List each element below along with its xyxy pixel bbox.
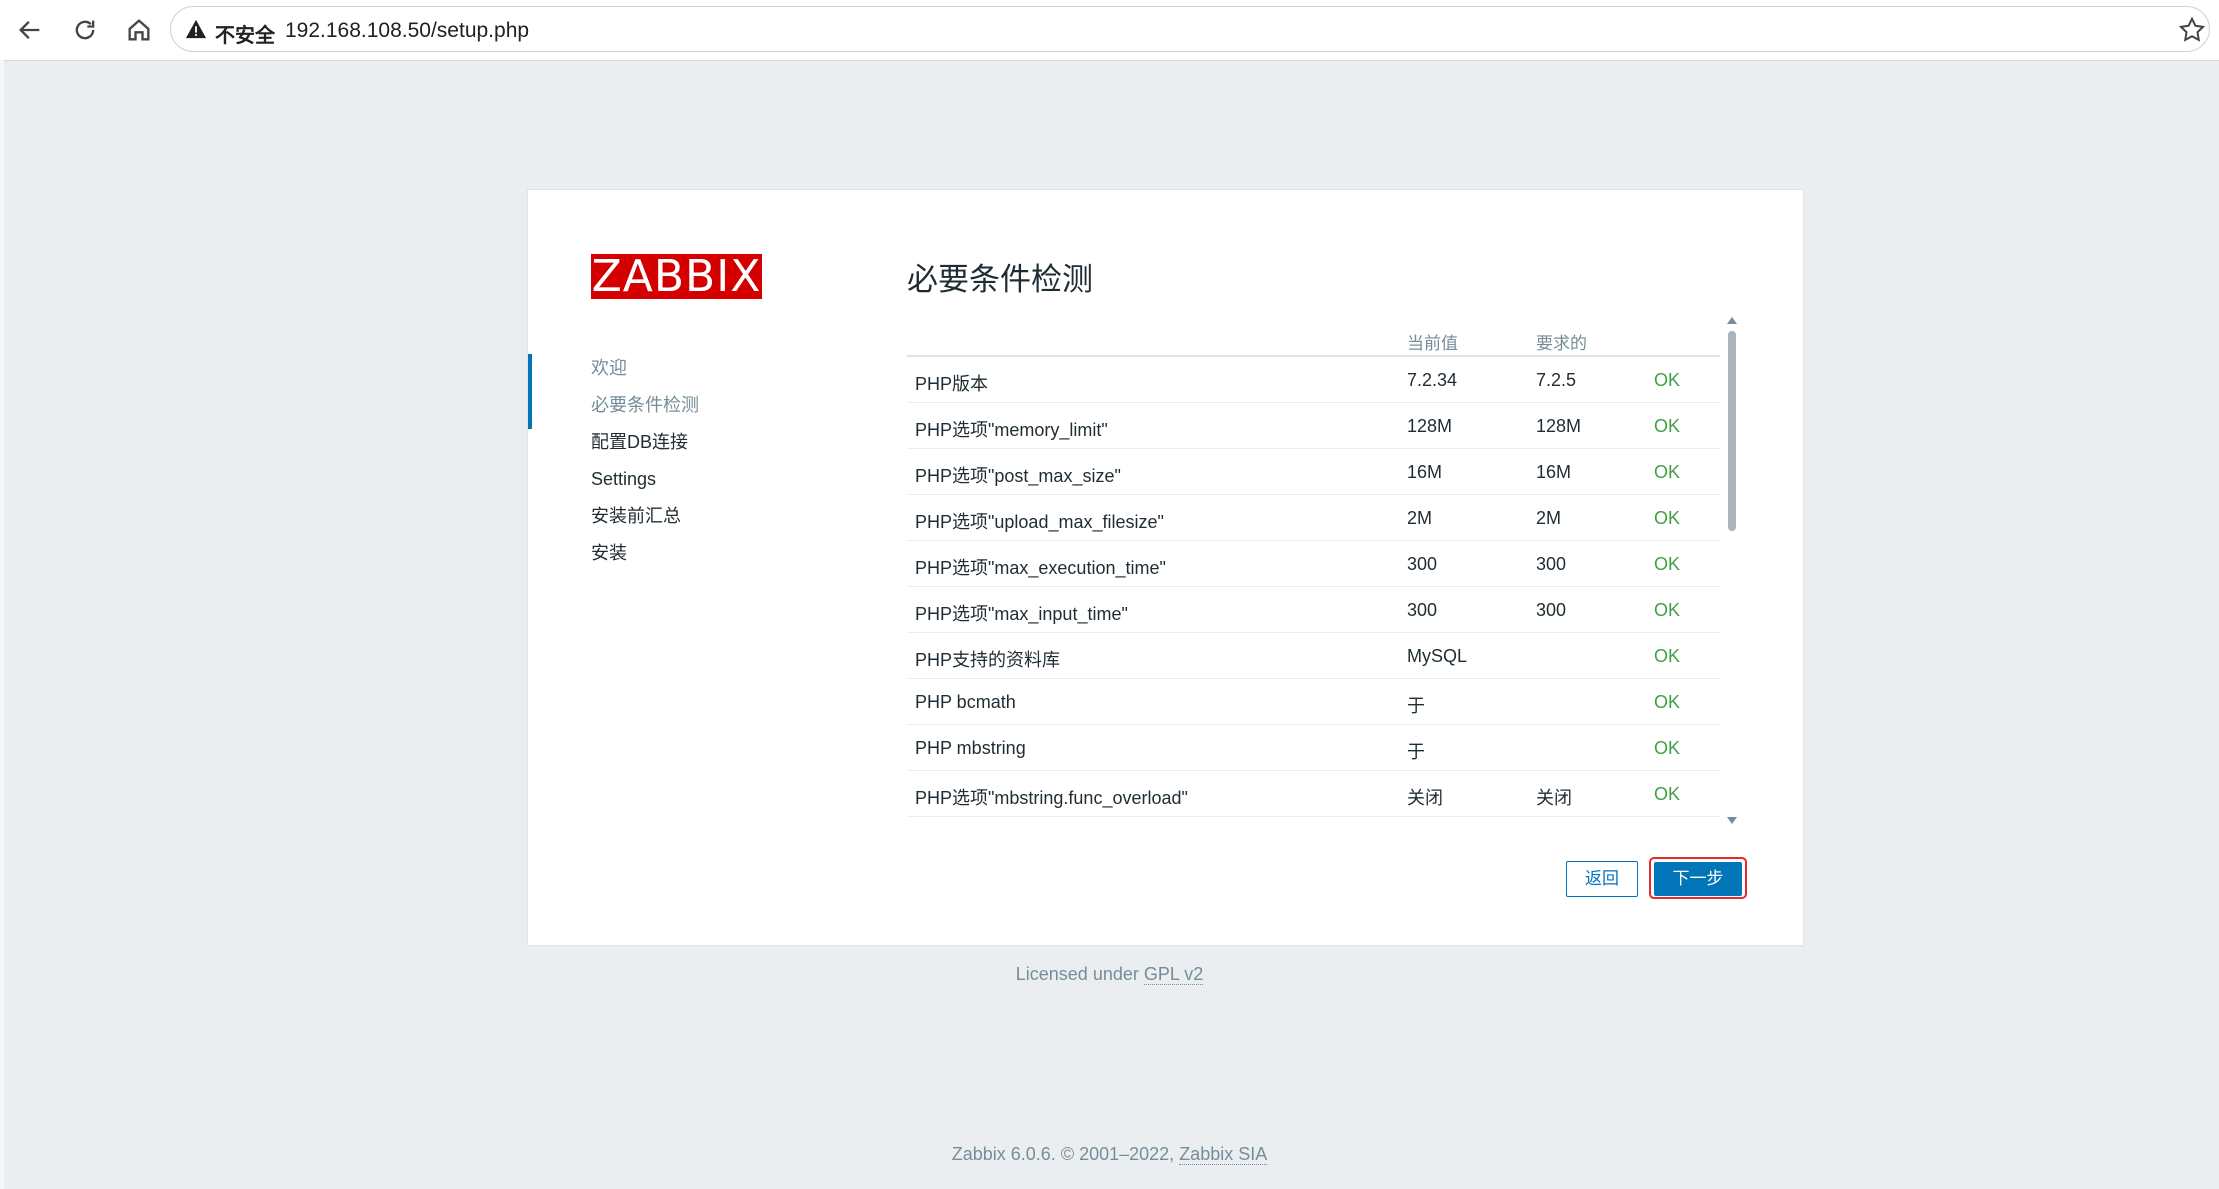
row-name: PHP支持的资料库 bbox=[915, 650, 1061, 670]
step-db-connection: 配置DB连接 bbox=[591, 432, 689, 452]
row-current-value: 300 bbox=[1407, 600, 1438, 620]
row-name: PHP mbstring bbox=[915, 738, 1026, 758]
row-name: PHP选项"memory_limit" bbox=[915, 420, 1108, 440]
row-name: PHP bcmath bbox=[915, 692, 1016, 712]
row-result: OK bbox=[1654, 646, 1681, 666]
header-required: 要求的 bbox=[1536, 334, 1587, 353]
row-current-value: 300 bbox=[1407, 554, 1438, 574]
step-prerequisites: 必要条件检测 bbox=[591, 395, 699, 415]
table-row: PHP版本 7.2.34 7.2.5 OK bbox=[907, 357, 1720, 403]
row-current-value: 7.2.34 bbox=[1407, 370, 1458, 390]
row-name: PHP选项"post_max_size" bbox=[915, 466, 1121, 486]
row-name: PHP选项"max_input_time" bbox=[915, 604, 1128, 624]
row-result: OK bbox=[1654, 370, 1681, 390]
scroll-down-arrow-icon[interactable] bbox=[1727, 817, 1737, 824]
row-required-value: 128M bbox=[1536, 416, 1582, 436]
step-summary: 安装前汇总 bbox=[591, 506, 681, 526]
row-name: PHP选项"max_execution_time" bbox=[915, 558, 1166, 578]
browser-toolbar: 不安全 192.168.108.50/setup.php bbox=[0, 0, 2219, 61]
row-name: PHP版本 bbox=[915, 374, 989, 394]
row-required-value: 关闭 bbox=[1536, 788, 1572, 808]
row-required-value: 2M bbox=[1536, 508, 1562, 528]
back-arrow-icon bbox=[19, 21, 40, 39]
table-header: 当前值 要求的 bbox=[907, 317, 1720, 357]
table-row: PHP选项"max_execution_time" 300 300 OK bbox=[907, 541, 1720, 587]
table-body: PHP版本 7.2.34 7.2.5 OK PHP选项"memory_limit" 128… bbox=[907, 357, 1720, 817]
table-scrollbar[interactable] bbox=[1726, 317, 1738, 824]
header-current: 当前值 bbox=[1407, 334, 1458, 353]
license-text: Licensed under GPL v2 bbox=[0, 964, 2219, 985]
step-install: 安装 bbox=[591, 543, 627, 563]
zabbix-sia-link[interactable]: Zabbix SIA bbox=[1179, 1144, 1268, 1165]
footer: Zabbix 6.0.6. © 2001–2022, Zabbix SIA bbox=[0, 1144, 2219, 1165]
address-bar[interactable]: 不安全 192.168.108.50/setup.php bbox=[170, 6, 2210, 52]
row-result: OK bbox=[1654, 462, 1681, 482]
setup-panel: ZABBIX 欢迎 必要条件检测 配置DB连接 Settings 安装前汇总 安… bbox=[527, 189, 1804, 946]
zabbix-logo: ZABBIX bbox=[591, 251, 762, 302]
prerequisites-table[interactable]: 当前值 要求的 PHP版本 7.2.34 7.2.5 OK PHP选项"memory_l… bbox=[907, 317, 1733, 817]
star-icon[interactable] bbox=[2177, 15, 2207, 45]
row-current-value: 2M bbox=[1407, 508, 1433, 528]
table-row: PHP选项"post_max_size" 16M 16M OK bbox=[907, 449, 1720, 495]
warning-icon[interactable] bbox=[185, 18, 207, 40]
row-required-value: 16M bbox=[1536, 462, 1572, 482]
scroll-up-arrow-icon[interactable] bbox=[1727, 317, 1737, 324]
reload-button[interactable] bbox=[67, 12, 103, 48]
row-current-value: 128M bbox=[1407, 416, 1453, 436]
row-result: OK bbox=[1654, 784, 1681, 804]
row-result: OK bbox=[1654, 738, 1681, 758]
row-result: OK bbox=[1654, 692, 1681, 712]
row-required-value: 300 bbox=[1536, 554, 1567, 574]
license-prefix: Licensed under bbox=[1015, 964, 1144, 984]
row-name: PHP选项"mbstring.func_overload" bbox=[915, 788, 1188, 808]
step-settings: Settings bbox=[591, 469, 657, 489]
row-result: OK bbox=[1654, 554, 1681, 574]
back-button[interactable] bbox=[12, 12, 48, 48]
step-welcome: 欢迎 bbox=[591, 358, 627, 378]
security-label[interactable]: 不安全 bbox=[215, 19, 275, 48]
row-current-value: MySQL bbox=[1407, 646, 1468, 666]
table-row: PHP选项"mbstring.func_overload" 关闭 关闭 OK bbox=[907, 771, 1720, 817]
row-result: OK bbox=[1654, 508, 1681, 528]
table-row: PHP选项"max_input_time" 300 300 OK bbox=[907, 587, 1720, 633]
row-required-value: 300 bbox=[1536, 600, 1567, 620]
home-button[interactable] bbox=[121, 12, 157, 48]
page-title: 必要条件检测 bbox=[907, 262, 1093, 297]
table-row: PHP选项"upload_max_filesize" 2M 2M OK bbox=[907, 495, 1720, 541]
scrollbar-thumb[interactable] bbox=[1728, 331, 1736, 531]
row-current-value: 于 bbox=[1407, 696, 1425, 716]
row-current-value: 16M bbox=[1407, 462, 1443, 482]
url-text[interactable]: 192.168.108.50/setup.php bbox=[285, 19, 529, 43]
row-result: OK bbox=[1654, 416, 1681, 436]
table-row: PHP支持的资料库 MySQL OK bbox=[907, 633, 1720, 679]
table-row: PHP选项"memory_limit" 128M 128M OK bbox=[907, 403, 1720, 449]
setup-steps: 欢迎 必要条件检测 配置DB连接 Settings 安装前汇总 安装 bbox=[528, 350, 868, 572]
gpl-link[interactable]: GPL v2 bbox=[1143, 964, 1204, 985]
row-current-value: 于 bbox=[1407, 742, 1425, 762]
window-edge bbox=[0, 60, 4, 1189]
table-row: PHP bcmath 于 OK bbox=[907, 679, 1720, 725]
back-button[interactable]: 返回 bbox=[1566, 861, 1638, 897]
reload-icon bbox=[75, 20, 95, 40]
home-icon bbox=[128, 19, 150, 41]
table-row: PHP mbstring 于 OK bbox=[907, 725, 1720, 771]
row-result: OK bbox=[1654, 600, 1681, 620]
row-current-value: 关闭 bbox=[1407, 788, 1443, 808]
row-required-value: 7.2.5 bbox=[1536, 370, 1577, 390]
footer-text: Zabbix 6.0.6. © 2001–2022, bbox=[951, 1144, 1180, 1164]
next-button[interactable]: 下一步 bbox=[1654, 862, 1742, 896]
row-name: PHP选项"upload_max_filesize" bbox=[915, 512, 1164, 532]
